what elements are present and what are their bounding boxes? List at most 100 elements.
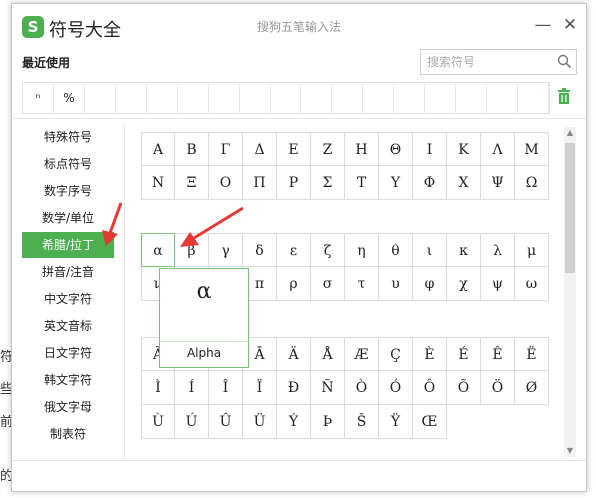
symbol-cell[interactable]: É [447, 337, 481, 371]
recent-symbol-cell[interactable]: % [54, 83, 85, 113]
symbol-cell[interactable]: Ê [481, 337, 515, 371]
recent-symbol-cell[interactable] [394, 83, 426, 113]
recent-symbol-cell[interactable] [271, 83, 302, 113]
sidebar-item[interactable]: 制表符 [22, 421, 114, 447]
symbol-cell[interactable]: α [141, 233, 175, 267]
symbol-cell[interactable]: Ψ [481, 166, 515, 200]
sidebar-item[interactable]: 英文音标 [22, 313, 114, 339]
symbol-cell[interactable]: Ï [243, 371, 277, 405]
symbol-cell[interactable]: Ý [277, 405, 311, 439]
symbol-cell[interactable]: Æ [345, 337, 379, 371]
symbol-cell[interactable]: Ο [209, 166, 243, 200]
title-bar[interactable]: S 符号大全 搜狗五笔输入法 — ✕ [12, 4, 586, 48]
symbol-cell[interactable]: Η [345, 132, 379, 166]
symbol-cell[interactable]: Ó [379, 371, 413, 405]
close-button[interactable]: ✕ [559, 14, 581, 36]
recent-symbol-cell[interactable] [363, 83, 395, 113]
scroll-thumb[interactable] [565, 143, 575, 273]
symbol-cell[interactable]: η [345, 233, 379, 267]
recent-symbol-cell[interactable] [116, 83, 147, 113]
symbol-cell[interactable]: ω [515, 267, 549, 301]
symbol-cell[interactable]: Γ [209, 132, 243, 166]
symbol-cell[interactable]: θ [379, 233, 413, 267]
symbol-cell[interactable]: Õ [447, 371, 481, 405]
symbol-cell[interactable]: Χ [447, 166, 481, 200]
search-input[interactable] [427, 53, 547, 71]
symbol-cell[interactable]: Π [243, 166, 277, 200]
symbol-cell[interactable]: Ë [515, 337, 549, 371]
symbol-cell[interactable]: Ε [277, 132, 311, 166]
recent-symbol-cell[interactable] [332, 83, 364, 113]
symbol-cell[interactable]: φ [413, 267, 447, 301]
symbol-cell[interactable]: ρ [277, 267, 311, 301]
symbol-cell[interactable]: λ [481, 233, 515, 267]
sidebar-item[interactable]: 标点符号 [22, 151, 114, 177]
symbol-cell[interactable]: Ρ [277, 166, 311, 200]
trash-icon[interactable] [557, 88, 571, 104]
sidebar-item[interactable]: 数学/单位 [22, 205, 114, 231]
symbol-cell[interactable]: μ [515, 233, 549, 267]
symbol-cell[interactable]: Ô [413, 371, 447, 405]
search-icon[interactable] [557, 54, 572, 73]
symbol-cell[interactable]: Ö [481, 371, 515, 405]
symbol-cell[interactable]: σ [311, 267, 345, 301]
symbol-cell[interactable]: Ν [141, 166, 175, 200]
symbol-cell[interactable]: Μ [515, 132, 549, 166]
recent-symbol-cell[interactable] [178, 83, 209, 113]
symbol-cell[interactable]: Υ [379, 166, 413, 200]
symbol-cell[interactable]: υ [379, 267, 413, 301]
symbol-cell[interactable]: Ÿ [379, 405, 413, 439]
symbol-cell[interactable]: Β [175, 132, 209, 166]
minimize-button[interactable]: — [532, 14, 554, 36]
symbol-cell[interactable]: Ä [277, 337, 311, 371]
recent-symbol-cell[interactable] [301, 83, 333, 113]
recent-symbol-cell[interactable] [425, 83, 457, 113]
symbol-cell[interactable]: Θ [379, 132, 413, 166]
symbol-cell[interactable]: ε [277, 233, 311, 267]
symbol-cell[interactable]: Ñ [311, 371, 345, 405]
scroll-down-icon[interactable]: ▼ [564, 445, 576, 457]
symbol-cell[interactable]: Ι [413, 132, 447, 166]
symbol-cell[interactable]: δ [243, 233, 277, 267]
scrollbar[interactable]: ▲ ▼ [564, 127, 576, 457]
recent-symbol-cell[interactable] [456, 83, 488, 113]
symbol-cell[interactable]: Ζ [311, 132, 345, 166]
symbol-cell[interactable]: È [413, 337, 447, 371]
sidebar-item[interactable]: 数字序号 [22, 178, 114, 204]
symbol-cell[interactable]: Ð [277, 371, 311, 405]
symbol-cell[interactable]: Ω [515, 166, 549, 200]
search-box[interactable] [420, 49, 577, 75]
sidebar-item[interactable]: 希腊/拉丁 [22, 232, 114, 258]
symbol-cell[interactable]: Þ [311, 405, 345, 439]
symbol-cell[interactable]: Å [311, 337, 345, 371]
sidebar-item[interactable]: 日文字符 [22, 340, 114, 366]
sidebar-item[interactable]: 韩文字符 [22, 367, 114, 393]
symbol-cell[interactable]: Œ [413, 405, 447, 439]
symbol-cell[interactable]: Ì [141, 371, 175, 405]
symbol-cell[interactable]: Í [175, 371, 209, 405]
symbol-cell[interactable]: ι [413, 233, 447, 267]
sidebar-item[interactable]: 拼音/注音 [22, 259, 114, 285]
symbol-cell[interactable]: Φ [413, 166, 447, 200]
sidebar-item[interactable]: 特殊符号 [22, 124, 114, 150]
recent-symbol-cell[interactable] [518, 83, 549, 113]
symbol-cell[interactable]: Α [141, 132, 175, 166]
recent-symbol-cell[interactable] [147, 83, 178, 113]
symbol-cell[interactable]: Û [209, 405, 243, 439]
symbol-cell[interactable]: β [175, 233, 209, 267]
symbol-cell[interactable]: Ü [243, 405, 277, 439]
recent-symbol-cell[interactable] [487, 83, 518, 113]
recent-symbol-cell[interactable]: ⁿ [23, 83, 54, 113]
recent-symbol-cell[interactable] [85, 83, 116, 113]
symbol-cell[interactable]: ζ [311, 233, 345, 267]
symbol-cell[interactable]: Κ [447, 132, 481, 166]
symbol-cell[interactable]: Ξ [175, 166, 209, 200]
symbol-cell[interactable]: Î [209, 371, 243, 405]
symbol-cell[interactable]: Š [345, 405, 379, 439]
symbol-cell[interactable]: Ø [515, 371, 549, 405]
scroll-up-icon[interactable]: ▲ [564, 127, 576, 139]
sidebar-item[interactable]: 中文字符 [22, 286, 114, 312]
symbol-cell[interactable]: Ò [345, 371, 379, 405]
symbol-cell[interactable]: τ [345, 267, 379, 301]
symbol-cell[interactable]: Σ [311, 166, 345, 200]
